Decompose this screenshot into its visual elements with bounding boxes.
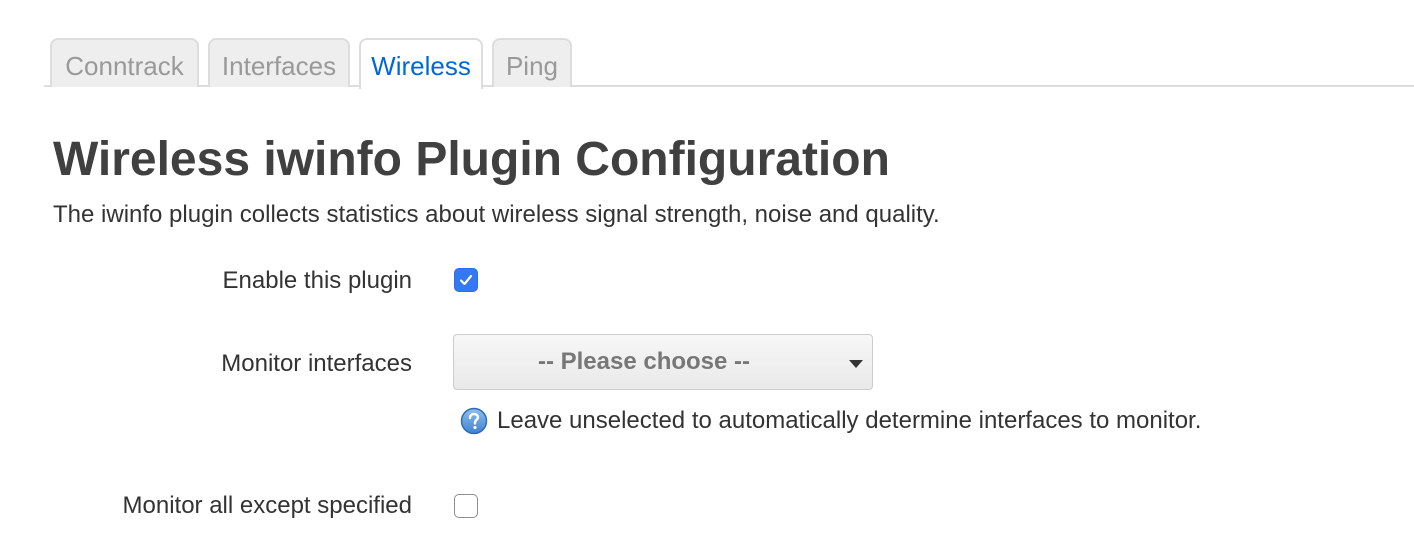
tab-ping[interactable]: Ping — [492, 38, 572, 87]
monitor-except-label: Monitor all except specified — [122, 492, 412, 519]
tab-wireless[interactable]: Wireless — [359, 38, 483, 89]
dropdown-arrow-icon — [849, 360, 863, 368]
page-title: Wireless iwinfo Plugin Configuration — [53, 133, 890, 186]
tab-interfaces[interactable]: Interfaces — [208, 38, 350, 87]
monitor-interfaces-select[interactable]: -- Please choose -- — [453, 334, 873, 390]
select-value: -- Please choose -- — [537, 348, 751, 375]
monitor-interfaces-label: Monitor interfaces — [221, 350, 412, 377]
tab-bar: Conntrack Interfaces Wireless Ping — [44, 38, 1414, 89]
page-description: The iwinfo plugin collects statistics ab… — [53, 201, 940, 228]
enable-plugin-label: Enable this plugin — [222, 267, 412, 294]
monitor-except-checkbox[interactable] — [454, 494, 478, 518]
checkmark-icon — [459, 274, 473, 286]
help-text: Leave unselected to automatically determ… — [497, 407, 1202, 434]
help-icon — [460, 407, 488, 435]
enable-plugin-checkbox[interactable] — [454, 268, 478, 292]
tab-conntrack[interactable]: Conntrack — [50, 38, 199, 87]
